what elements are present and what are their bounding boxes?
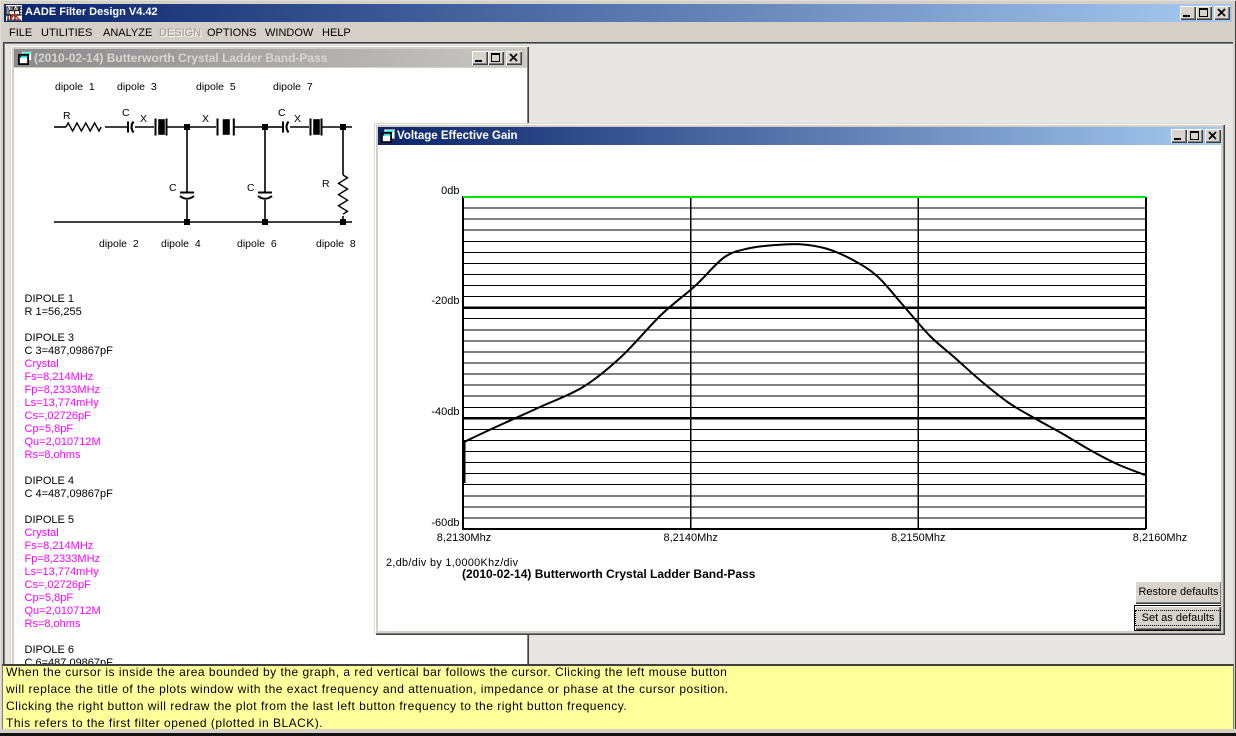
svg-text:C: C (247, 182, 255, 194)
svg-text:0db: 0db (441, 185, 459, 197)
svg-text:dipole 3: dipole 3 (117, 81, 157, 93)
svg-text:8,2150Mhz: 8,2150Mhz (891, 532, 945, 544)
svg-text:dipole 7: dipole 7 (273, 81, 313, 93)
svg-text:X: X (140, 113, 147, 125)
svg-text:(2010-02-14) Butterworth Cryst: (2010-02-14) Butterworth Crystal Ladder … (462, 567, 756, 581)
svg-text:dipole 1: dipole 1 (55, 81, 95, 93)
svg-text:-20db: -20db (431, 295, 459, 307)
svg-text:R: R (322, 178, 330, 190)
svg-text:dipole 6: dipole 6 (237, 238, 277, 250)
svg-text:C: C (122, 107, 130, 119)
svg-text:8,2140Mhz: 8,2140Mhz (663, 532, 717, 544)
svg-text:-40db: -40db (431, 406, 459, 418)
svg-text:C: C (278, 107, 286, 119)
svg-text:dipole 2: dipole 2 (99, 238, 139, 250)
svg-text:R: R (63, 110, 71, 122)
svg-text:dipole 8: dipole 8 (316, 238, 356, 250)
svg-text:X: X (202, 113, 209, 125)
svg-text:8,2130Mhz: 8,2130Mhz (437, 532, 491, 544)
svg-text:C: C (169, 182, 177, 194)
svg-text:X: X (294, 113, 301, 125)
svg-text:8,2160Mhz: 8,2160Mhz (1133, 532, 1187, 544)
svg-text:-60db: -60db (431, 517, 459, 529)
svg-text:dipole 4: dipole 4 (161, 238, 201, 250)
svg-text:dipole 5: dipole 5 (196, 81, 236, 93)
